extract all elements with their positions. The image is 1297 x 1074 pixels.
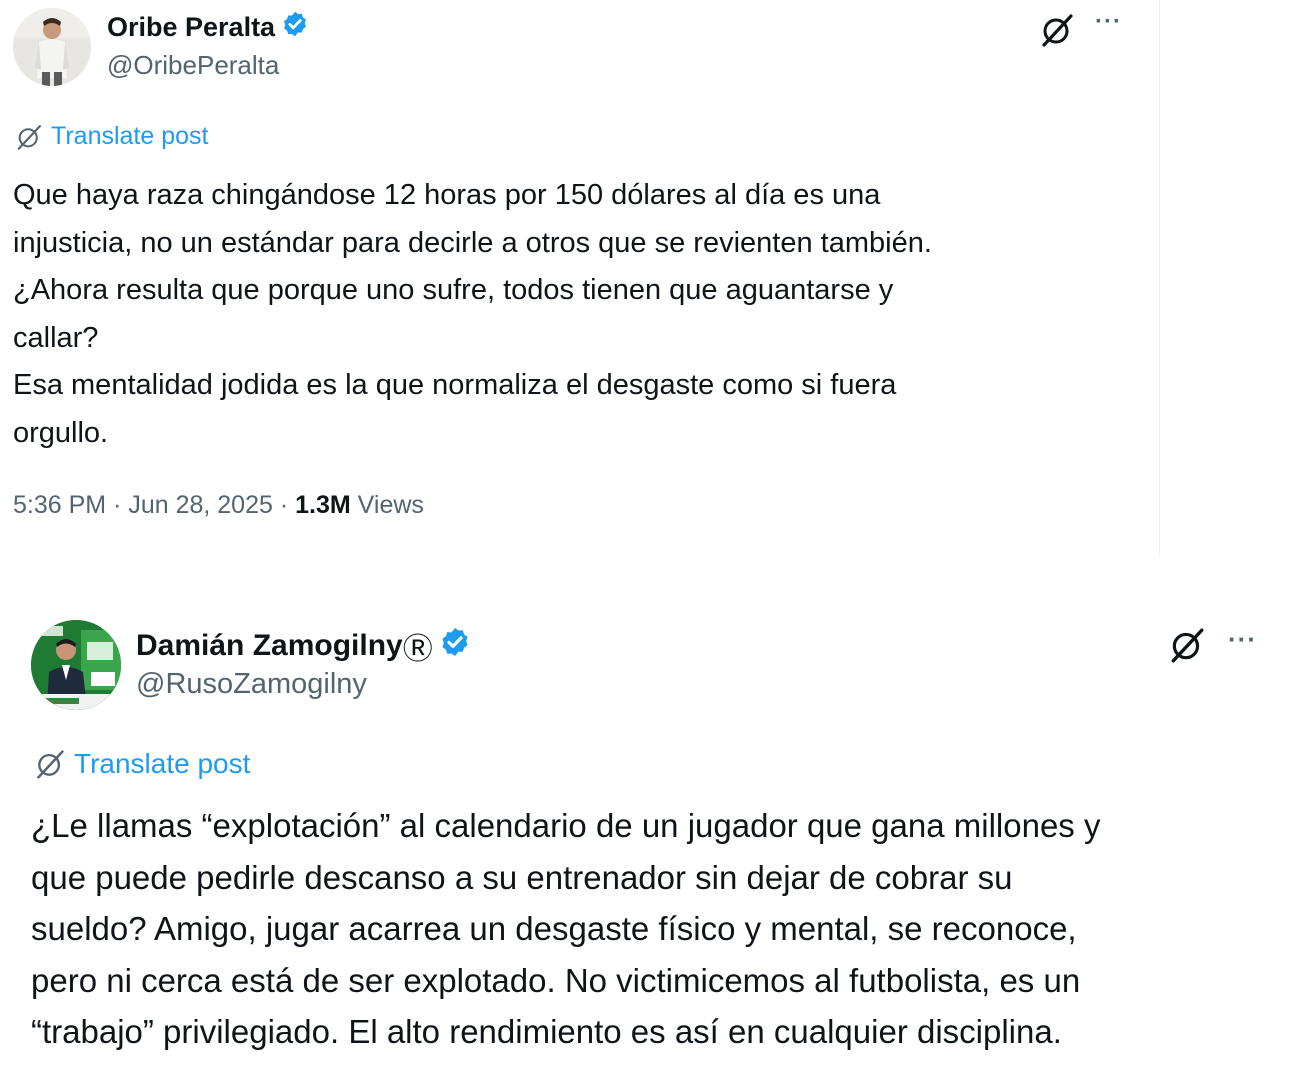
grok-icon[interactable] (1168, 626, 1206, 669)
views-count: 1.3M (295, 491, 351, 519)
author-handle[interactable]: @RusoZamogilny (136, 668, 367, 701)
tweet-text-line: pero ni cerca está de ser explotado. No … (31, 961, 1081, 999)
translate-post-link[interactable]: Translate post (34, 748, 250, 780)
translate-grok-icon (37, 750, 64, 779)
name-suffix: Ⓡ (402, 633, 433, 666)
tweet-text: ¿Le llamas “explotación” al calendario d… (31, 800, 1100, 1058)
verified-badge-icon[interactable] (439, 626, 471, 666)
translate-label[interactable]: Translate post (74, 748, 250, 780)
tweet-date[interactable]: Jun 28, 2025 (128, 491, 273, 519)
tweet-time[interactable]: 5:36 PM (13, 491, 106, 519)
author-name-row[interactable]: Damián Zamogilny Ⓡ (136, 624, 471, 668)
tweet-text-line: que puede pedirle descanso a su entrenad… (31, 858, 1013, 896)
tweet-text-line: sueldo? Amigo, jugar acarrea un desgaste… (31, 910, 1077, 947)
avatar[interactable] (31, 620, 121, 710)
tweet-text-line: “trabajo” privilegiado. El alto rendimie… (31, 1013, 1062, 1050)
tweet-text-line: ¿Le llamas “explotación” al calendario d… (31, 807, 1101, 844)
author-name[interactable]: Damián Zamogilny (136, 629, 403, 663)
views-label: Views (357, 491, 424, 519)
tweet-damian-zamogilny: Damián Zamogilny Ⓡ @RusoZamogilny ··· Tra… (0, 0, 1297, 1050)
tweet-metadata: 5:36 PM · Jun 28, 2025 · 1.3M Views (13, 491, 424, 520)
meta-separator: · (106, 491, 129, 519)
meta-separator: · (272, 491, 296, 519)
more-icon[interactable]: ··· (1228, 624, 1257, 655)
